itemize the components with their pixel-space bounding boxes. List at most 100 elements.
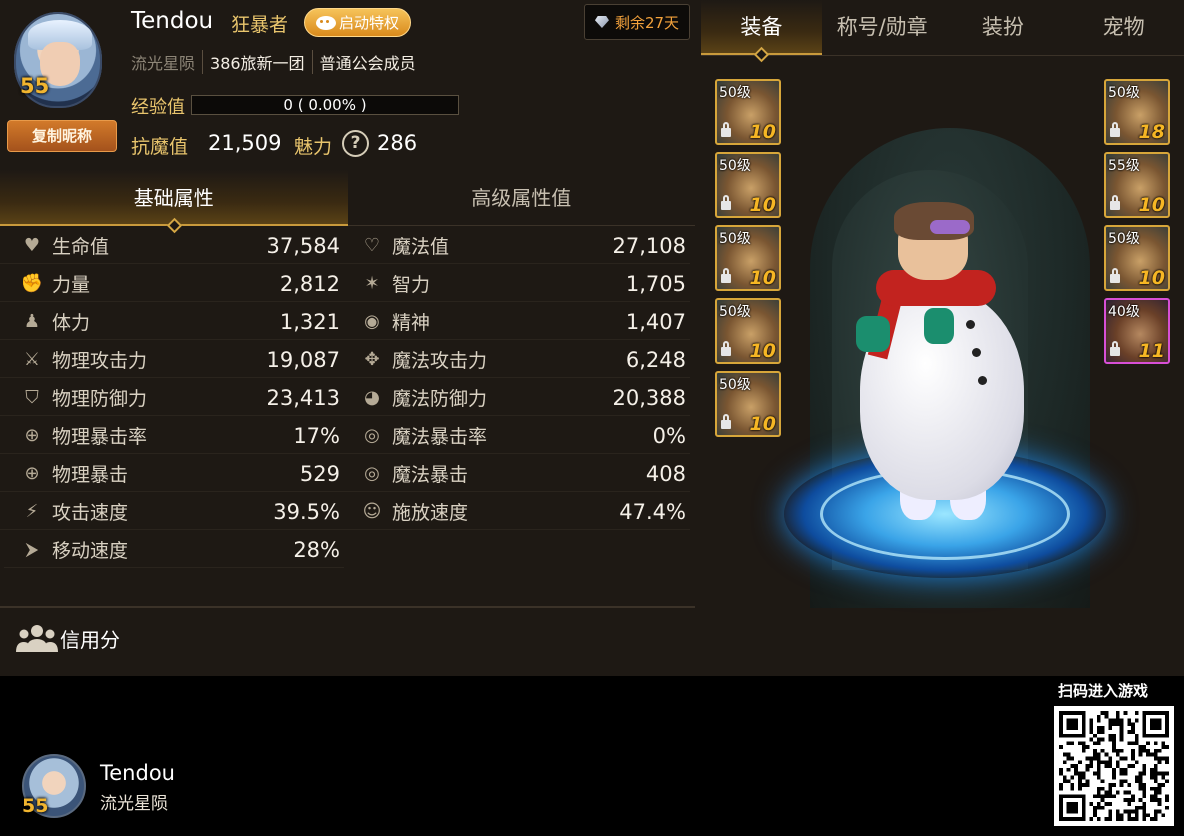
lock-icon bbox=[1110, 341, 1120, 356]
boot-icon: ⮞ bbox=[25, 539, 39, 560]
avatar: 55 bbox=[12, 12, 116, 120]
magic-attack-icon: ✥ bbox=[364, 349, 380, 370]
stat-label: 移动速度 bbox=[52, 540, 129, 562]
wechat-icon bbox=[315, 15, 336, 30]
ring-icon[interactable]: 40级 11 bbox=[1104, 298, 1170, 364]
avatar-level: 55 bbox=[20, 74, 50, 98]
tab-pet[interactable]: 宠物 bbox=[1063, 0, 1184, 55]
tab-titles-medals[interactable]: 称号/勋章 bbox=[822, 0, 943, 55]
anti-magic-value: 21,509 bbox=[208, 131, 282, 155]
footer-name: Tendou bbox=[100, 761, 175, 785]
equipment-level: 50级 bbox=[719, 231, 751, 247]
qr-code[interactable] bbox=[1054, 706, 1174, 826]
active-tab-marker bbox=[754, 46, 770, 63]
remaining-days-text: 剩余27天 bbox=[614, 13, 680, 32]
equipment-level: 50级 bbox=[719, 158, 751, 174]
stat-label: 施放速度 bbox=[392, 502, 469, 524]
stat-value: 1,407 bbox=[625, 309, 686, 334]
goggles bbox=[930, 220, 970, 234]
stat-row: ✶ 智力 1,705 bbox=[0, 266, 690, 302]
stat-row: ◕ 魔法防御力 20,388 bbox=[0, 380, 690, 416]
attribute-tabs: 基础属性 高级属性值 bbox=[0, 170, 696, 234]
copy-nickname-button[interactable]: 复制昵称 bbox=[7, 120, 117, 152]
divider bbox=[0, 606, 695, 608]
weapon-icon[interactable]: 50级 18 bbox=[1104, 79, 1170, 145]
stat-value: 20,388 bbox=[612, 385, 686, 410]
exp-bar: 0 ( 0.00% ) bbox=[191, 95, 459, 115]
guild-info: 流光星陨 386旅新一团 普通公会成员 bbox=[131, 50, 423, 74]
enhance-level: 11 bbox=[1138, 340, 1165, 362]
help-icon[interactable]: ? bbox=[342, 130, 369, 157]
privilege-button[interactable]: 启动特权 bbox=[304, 8, 411, 37]
equipment-level: 50级 bbox=[719, 377, 751, 393]
privilege-label: 启动特权 bbox=[338, 14, 399, 32]
chest-armor-icon[interactable]: 50级 10 bbox=[715, 152, 781, 218]
footer-level: 55 bbox=[22, 795, 49, 817]
heart-outline-icon: ♡ bbox=[363, 235, 381, 256]
head-icon: ☺ bbox=[362, 501, 382, 522]
necklace-icon[interactable]: 50级 10 bbox=[1104, 225, 1170, 291]
stat-label: 魔法值 bbox=[392, 236, 450, 258]
stat-value: 408 bbox=[645, 461, 686, 486]
tab-advanced-attributes[interactable]: 高级属性值 bbox=[348, 170, 696, 226]
stat-value: 27,108 bbox=[612, 233, 686, 258]
equipment-level: 50级 bbox=[1108, 85, 1140, 101]
stat-row: ◎ 魔法暴击率 0% bbox=[0, 418, 690, 454]
lock-icon bbox=[721, 341, 731, 356]
stat-row: ◎ 魔法暴击 408 bbox=[0, 456, 690, 492]
bracelet-icon[interactable]: 55级 10 bbox=[1104, 152, 1170, 218]
boots-icon[interactable]: 50级 10 bbox=[715, 371, 781, 437]
tab-label: 基础属性 bbox=[133, 186, 214, 210]
equipment-level: 50级 bbox=[1108, 231, 1140, 247]
tab-label: 装扮 bbox=[981, 15, 1024, 39]
enhance-level: 10 bbox=[749, 340, 776, 362]
guild-role: 普通公会成员 bbox=[311, 50, 423, 74]
target-icon: ◎ bbox=[364, 425, 380, 446]
stat-value: 47.4% bbox=[619, 499, 686, 524]
mitten bbox=[924, 308, 954, 344]
enhance-level: 10 bbox=[1138, 194, 1165, 216]
leg-armor-icon[interactable]: 50级 10 bbox=[715, 225, 781, 291]
target-icon: ◎ bbox=[364, 463, 380, 484]
character-name: Tendou bbox=[131, 8, 214, 34]
stat-row: ✥ 魔法攻击力 6,248 bbox=[0, 342, 690, 378]
tab-label: 称号/勋章 bbox=[836, 15, 928, 39]
exp-label: 经验值 bbox=[131, 97, 185, 118]
lock-icon bbox=[721, 195, 731, 210]
equipment-tabs: 装备 称号/勋章 装扮 宠物 bbox=[701, 0, 1184, 63]
tab-equipment[interactable]: 装备 bbox=[701, 0, 822, 63]
stat-row: ♡ 魔法值 27,108 bbox=[0, 228, 690, 264]
diamond-icon bbox=[594, 16, 609, 28]
charm-value: 286 bbox=[377, 131, 418, 155]
spirit-icon: ◉ bbox=[364, 311, 380, 332]
stat-row: ☺ 施放速度 47.4% bbox=[0, 494, 690, 530]
stat-value: 6,248 bbox=[625, 347, 686, 372]
tab-label: 装备 bbox=[740, 15, 783, 39]
character-job: 狂暴者 bbox=[231, 14, 289, 36]
equipment-level: 55级 bbox=[1108, 158, 1140, 174]
stat-row: ◉ 精神 1,407 bbox=[0, 304, 690, 340]
credit-score-label[interactable]: 信用分 bbox=[60, 624, 120, 653]
lock-icon bbox=[721, 414, 731, 429]
anti-magic-label: 抗魔值 bbox=[131, 136, 189, 158]
enhance-level: 10 bbox=[749, 413, 776, 435]
mitten bbox=[856, 316, 890, 352]
magic-defense-icon: ◕ bbox=[364, 387, 380, 408]
lock-icon bbox=[1110, 268, 1120, 283]
tab-avatar[interactable]: 装扮 bbox=[943, 0, 1064, 55]
sparkle-icon: ✶ bbox=[364, 273, 380, 294]
tab-basic-attributes[interactable]: 基础属性 bbox=[0, 170, 348, 234]
character-card: 55 复制昵称 Tendou 狂暴者 启动特权 剩余27天 流光星陨 386旅新… bbox=[0, 0, 1184, 676]
stat-label: 精神 bbox=[392, 312, 431, 334]
stat-label: 魔法暴击率 bbox=[392, 426, 488, 448]
equipment-level: 50级 bbox=[719, 304, 751, 320]
lock-icon bbox=[721, 122, 731, 137]
stat-label: 魔法攻击力 bbox=[392, 350, 488, 372]
enhance-level: 10 bbox=[749, 121, 776, 143]
stat-label: 魔法暴击 bbox=[392, 464, 469, 486]
equipment-level: 50级 bbox=[719, 85, 751, 101]
coat-button bbox=[978, 376, 987, 385]
shoulder-armor-icon[interactable]: 50级 10 bbox=[715, 79, 781, 145]
stat-value: 0% bbox=[652, 423, 686, 448]
belt-icon[interactable]: 50级 10 bbox=[715, 298, 781, 364]
